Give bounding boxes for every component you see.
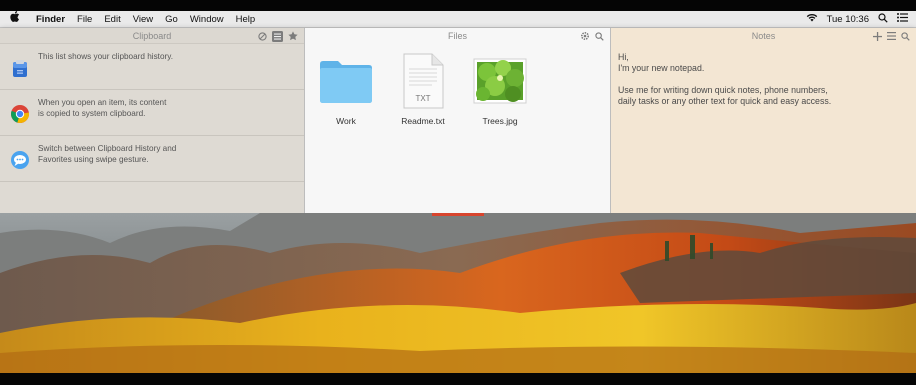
apple-icon[interactable] — [0, 10, 30, 28]
wifi-icon[interactable] — [806, 13, 818, 25]
files-title: Files — [447, 31, 467, 41]
file-name: Trees.jpg — [482, 116, 518, 126]
clipboard-item-text: Switch between Clipboard History and Fav… — [38, 144, 177, 164]
messages-icon — [10, 150, 30, 170]
clipboard-title: Clipboard — [132, 31, 172, 41]
note-line: Hi, — [618, 52, 629, 62]
clear-history-icon[interactable] — [258, 31, 267, 41]
notification-center-icon[interactable] — [897, 13, 908, 25]
spotlight-search-icon[interactable] — [878, 12, 888, 26]
clipboard-list-item[interactable]: Switch between Clipboard History and Fav… — [0, 136, 304, 182]
menu-app-finder[interactable]: Finder — [30, 11, 71, 28]
menu-bar: Finder File Edit View Go Window Help Tue… — [0, 10, 916, 28]
screen: Finder File Edit View Go Window Help Tue… — [0, 0, 916, 385]
gear-icon[interactable] — [580, 31, 590, 41]
notes-search-icon[interactable] — [901, 31, 910, 41]
file-name: Work — [336, 116, 356, 126]
note-line: Use me for writing down quick notes, pho… — [618, 85, 828, 95]
favorites-star-icon[interactable] — [288, 31, 298, 41]
clipboard-header: Clipboard — [0, 28, 304, 44]
image-file-icon — [460, 50, 540, 112]
panel-handle[interactable] — [432, 213, 484, 216]
clipboard-item-text: When you open an item, its content is co… — [38, 98, 167, 118]
notes-header: Notes — [611, 28, 916, 44]
menu-edit[interactable]: Edit — [98, 11, 126, 28]
clipboard-app-icon — [10, 58, 30, 78]
clipboard-list-item[interactable]: When you open an item, its content is co… — [0, 90, 304, 136]
folder-icon — [306, 50, 386, 112]
unclutter-panel: Clipboard This list shows your clipboard… — [0, 28, 916, 213]
note-line — [618, 74, 909, 85]
notes-list-icon[interactable] — [887, 32, 896, 40]
bezel-top — [0, 0, 916, 11]
search-icon[interactable] — [595, 31, 604, 41]
add-note-icon[interactable] — [873, 31, 882, 41]
notes-title: Notes — [751, 31, 776, 41]
file-item-trees[interactable]: Trees.jpg — [460, 50, 540, 126]
clipboard-item-text: This list shows your clipboard history. — [38, 52, 173, 61]
menu-go[interactable]: Go — [159, 11, 184, 28]
file-item-work[interactable]: Work — [306, 50, 386, 126]
menubar-clock[interactable]: Tue 10:36 — [827, 14, 869, 25]
notes-text-area[interactable]: Hi, I'm your new notepad. Use me for wri… — [611, 44, 916, 107]
file-item-readme[interactable]: TXT Readme.txt — [383, 50, 463, 126]
history-list-icon[interactable] — [272, 30, 283, 42]
menu-help[interactable]: Help — [230, 11, 262, 28]
file-name: Readme.txt — [401, 116, 445, 126]
desktop-wallpaper — [0, 213, 916, 373]
note-line: daily tasks or any other text for quick … — [618, 96, 832, 106]
text-file-icon: TXT — [383, 50, 463, 112]
files-header: Files — [305, 28, 610, 44]
menu-file[interactable]: File — [71, 11, 98, 28]
notes-column: Notes Hi, I'm your new notepad. Use me f… — [611, 28, 916, 213]
bezel-bottom — [0, 373, 916, 385]
chrome-icon — [10, 104, 30, 124]
menu-window[interactable]: Window — [184, 11, 230, 28]
clipboard-column: Clipboard This list shows your clipboard… — [0, 28, 305, 213]
file-type-badge: TXT — [415, 94, 431, 103]
note-line: I'm your new notepad. — [618, 63, 705, 73]
menu-view[interactable]: View — [127, 11, 159, 28]
files-column: Files Work TXT Readme.txt Trees.jpg — [305, 28, 611, 213]
clipboard-list-item[interactable]: This list shows your clipboard history. — [0, 44, 304, 90]
